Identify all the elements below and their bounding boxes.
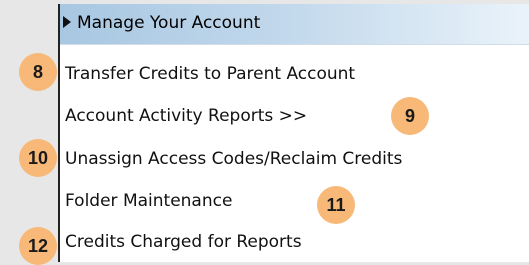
account-menu-panel: Manage Your Account Transfer Credits to … — [58, 4, 529, 262]
callout-badge-10: 10 — [19, 139, 57, 177]
menu-header-label: Manage Your Account — [77, 13, 261, 33]
menu-item-account-activity-reports[interactable]: Account Activity Reports >> — [65, 106, 307, 126]
callout-badge-9: 9 — [391, 97, 429, 135]
callout-badge-12: 12 — [19, 227, 57, 265]
callout-badge-8: 8 — [19, 53, 57, 91]
expand-arrow-icon — [63, 16, 71, 28]
callout-badge-11: 11 — [317, 186, 355, 224]
menu-item-transfer-credits[interactable]: Transfer Credits to Parent Account — [65, 64, 355, 84]
menu-item-unassign-access-codes[interactable]: Unassign Access Codes/Reclaim Credits — [65, 149, 402, 169]
menu-item-credits-charged[interactable]: Credits Charged for Reports — [65, 232, 302, 252]
menu-item-folder-maintenance[interactable]: Folder Maintenance — [65, 191, 232, 211]
menu-header-manage-account[interactable]: Manage Your Account — [60, 4, 529, 45]
